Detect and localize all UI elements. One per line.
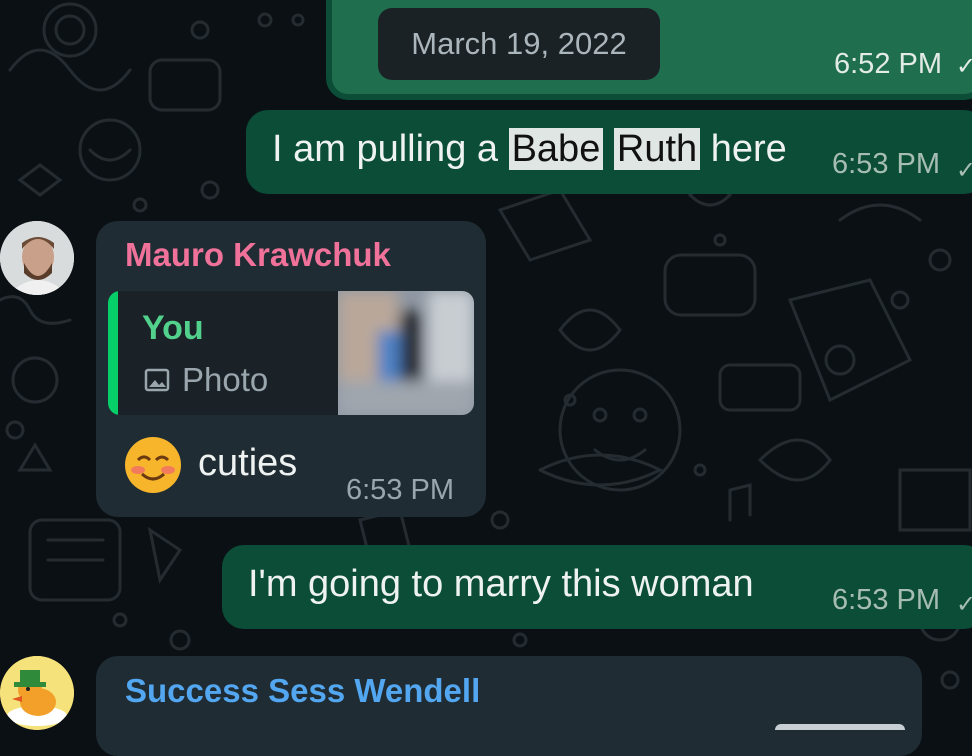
quoted-author: You <box>142 309 204 347</box>
message-time: 6:52 PM <box>834 48 942 80</box>
quoted-reply[interactable]: You Photo <box>108 291 474 415</box>
message-time: 6:53 PM <box>832 584 940 616</box>
sender-name[interactable]: Mauro Krawchuk <box>125 236 391 274</box>
message-time: 6:53 PM <box>832 148 940 180</box>
message-text-part: here <box>700 128 787 170</box>
photo-icon <box>144 368 170 392</box>
message-text-part: I am pulling a <box>272 128 509 170</box>
leprechaun-duck-icon <box>0 656 74 730</box>
media-preview-edge <box>775 724 905 730</box>
read-check-icon: ✓ <box>956 591 972 618</box>
read-check-icon: ✓ <box>956 53 972 80</box>
highlighted-word[interactable]: Ruth <box>613 128 701 170</box>
quoted-type: Photo <box>144 361 268 399</box>
message-text-part <box>603 128 614 170</box>
quoted-type-label: Photo <box>182 361 269 398</box>
message-text: I am pulling a Babe Ruth here <box>272 128 787 171</box>
highlighted-word[interactable]: Babe <box>508 128 604 170</box>
date-separator: March 19, 2022 <box>378 8 660 80</box>
message-text: I'm going to marry this woman <box>248 563 754 605</box>
person-photo-icon <box>0 221 74 295</box>
message-time: 6:53 PM <box>346 474 454 506</box>
read-check-icon: ✓ <box>956 157 972 184</box>
quote-accent-bar <box>108 291 118 415</box>
message-text: cuties <box>198 442 298 484</box>
quoted-photo-thumbnail <box>338 291 474 415</box>
blushing-smile-emoji <box>124 436 182 494</box>
avatar[interactable] <box>0 656 74 730</box>
avatar[interactable] <box>0 221 74 295</box>
sender-name[interactable]: Success Sess Wendell <box>125 672 480 710</box>
